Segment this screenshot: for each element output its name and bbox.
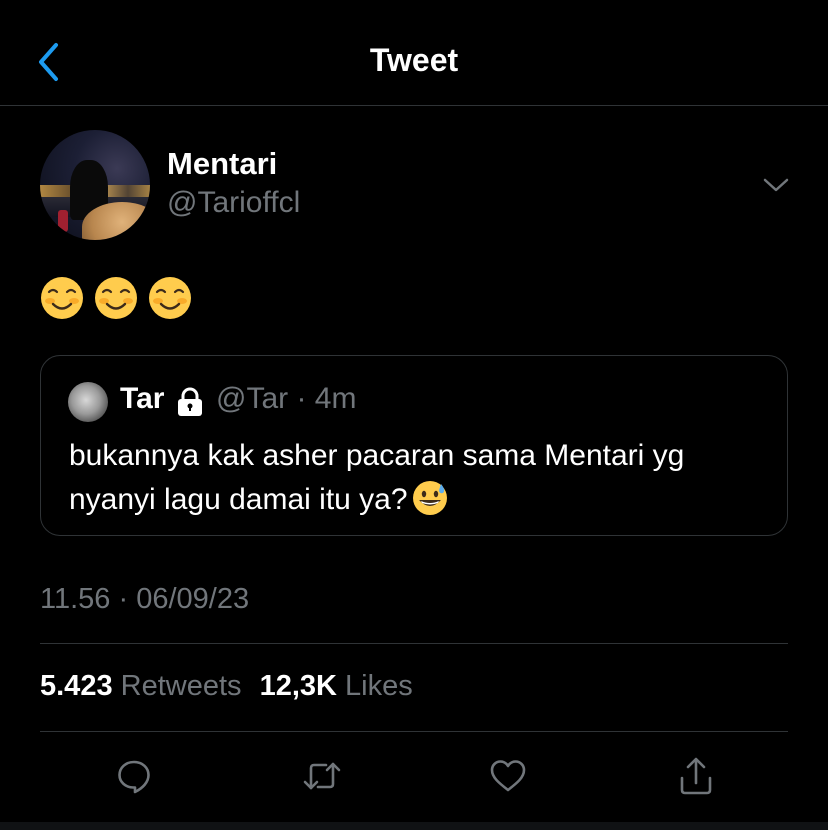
share-icon [680, 757, 712, 795]
retweet-button[interactable] [296, 750, 348, 802]
tweet-timestamp: 11.56 · 06/09/23 [40, 583, 250, 615]
grinning-sweat-icon [412, 481, 447, 515]
top-bar: Tweet [0, 0, 828, 106]
heart-icon [490, 760, 526, 792]
retweets-label: Retweets [120, 670, 242, 702]
retweets-count: 5.423 [40, 670, 113, 702]
reply-button[interactable] [108, 750, 160, 802]
likes-label: Likes [345, 670, 413, 702]
author-display-name[interactable]: Mentari [167, 146, 277, 182]
reply-icon [118, 760, 150, 794]
engagement-stats: 5.423 Retweets 12,3K Likes [40, 670, 413, 703]
author-avatar[interactable] [40, 130, 150, 240]
quoted-tweet-text: bukannya kak asher pacaran sama Mentari … [69, 434, 769, 522]
tweet-body [40, 276, 192, 320]
quoted-handle-time: @Tar · 4m [216, 382, 357, 415]
smiling-face-icon [41, 277, 83, 319]
smiling-face-icon [149, 277, 191, 319]
likes-stat[interactable]: 12,3K Likes [260, 670, 413, 702]
divider [40, 731, 788, 732]
lock-icon [178, 387, 202, 416]
page-title: Tweet [369, 42, 459, 78]
quoted-tweet-card[interactable]: Tar @Tar · 4m bukannya kak asher pacaran… [40, 355, 788, 536]
like-button[interactable] [482, 750, 534, 802]
smiling-face-icon [95, 277, 137, 319]
quoted-author-avatar [68, 382, 108, 422]
divider [40, 643, 788, 644]
retweets-stat[interactable]: 5.423 Retweets [40, 670, 242, 702]
more-options-button[interactable] [758, 170, 794, 200]
share-button[interactable] [670, 750, 722, 802]
quoted-author-name: Tar [120, 382, 165, 415]
quoted-text-content: bukannya kak asher pacaran sama Mentari … [69, 439, 685, 516]
action-bar [0, 750, 828, 802]
likes-count: 12,3K [259, 670, 337, 702]
chevron-down-icon [763, 178, 789, 192]
bottom-edge [0, 822, 828, 830]
author-handle[interactable]: @Tarioffcl [167, 186, 300, 220]
retweet-icon [303, 762, 341, 790]
